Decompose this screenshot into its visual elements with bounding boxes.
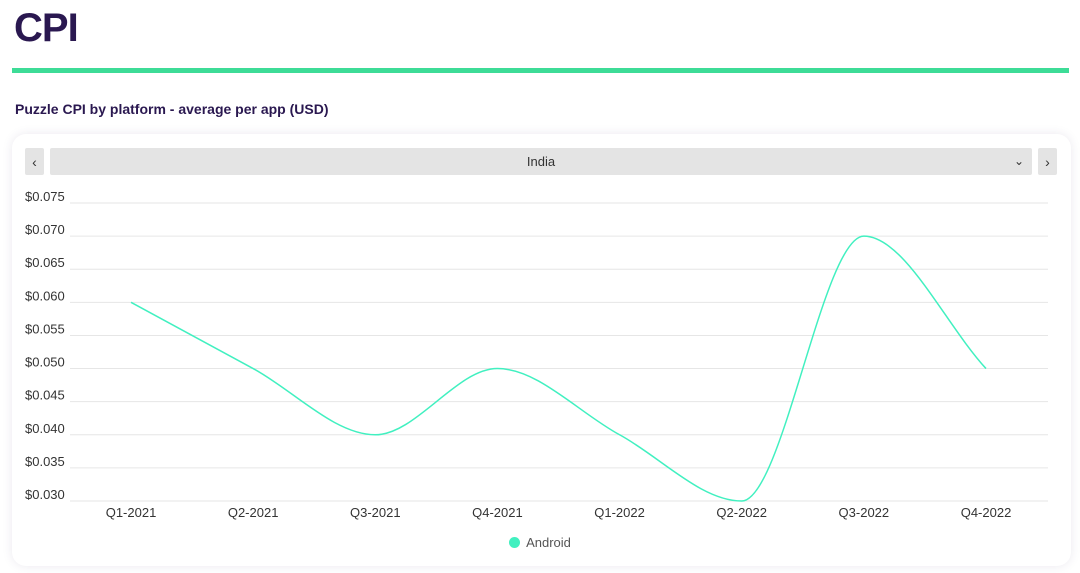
y-tick-label: $0.070 bbox=[25, 222, 65, 237]
x-tick-label: Q2-2021 bbox=[228, 505, 279, 520]
y-tick-label: $0.045 bbox=[25, 388, 65, 403]
y-tick-label: $0.065 bbox=[25, 255, 65, 270]
y-tick-label: $0.075 bbox=[25, 189, 65, 204]
x-tick-label: Q4-2021 bbox=[472, 505, 523, 520]
y-tick-label: $0.035 bbox=[25, 454, 65, 469]
y-tick-label: $0.030 bbox=[25, 487, 65, 502]
y-tick-label: $0.050 bbox=[25, 355, 65, 370]
x-tick-label: Q4-2022 bbox=[961, 505, 1012, 520]
line-chart: $0.030 $0.035 $0.040 $0.045 $0.050 $0.055 $0.0… bbox=[25, 189, 1048, 520]
legend-label: Android bbox=[526, 535, 571, 550]
legend-marker bbox=[509, 537, 521, 548]
y-tick-label: $0.055 bbox=[25, 321, 65, 336]
y-tick-label: $0.040 bbox=[25, 421, 65, 436]
x-tick-label: Q3-2022 bbox=[839, 505, 890, 520]
chart-legend: Android bbox=[0, 535, 1080, 550]
x-tick-label: Q1-2022 bbox=[594, 505, 645, 520]
x-tick-label: Q2-2022 bbox=[716, 505, 767, 520]
x-tick-label: Q3-2021 bbox=[350, 505, 401, 520]
x-tick-label: Q1-2021 bbox=[106, 505, 157, 520]
y-tick-label: $0.060 bbox=[25, 288, 65, 303]
